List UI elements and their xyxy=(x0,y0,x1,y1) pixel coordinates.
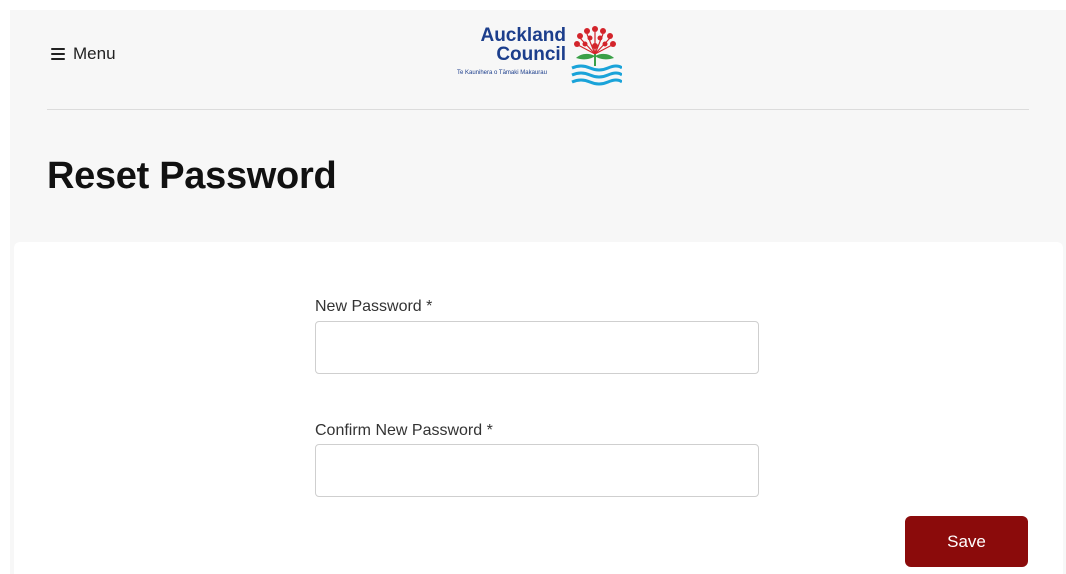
new-password-label: New Password * xyxy=(315,298,433,315)
page: Menu Auckland Council Te Kaunihera o Tām… xyxy=(0,0,1066,574)
confirm-password-input[interactable] xyxy=(315,444,759,497)
auckland-council-logo[interactable]: Auckland Council Te Kaunihera o Tāmaki M… xyxy=(456,24,622,86)
logo-subtitle: Te Kaunihera o Tāmaki Makaurau xyxy=(457,70,547,76)
page-title: Reset Password xyxy=(47,155,337,197)
hamburger-icon xyxy=(51,48,65,60)
header-divider xyxy=(47,109,1029,110)
logo-line-2: Council xyxy=(496,44,566,65)
menu-label: Menu xyxy=(73,44,116,63)
save-button[interactable]: Save xyxy=(905,516,1028,567)
menu-button[interactable]: Menu xyxy=(51,44,116,64)
logo-line-1: Auckland xyxy=(480,25,566,46)
pohutukawa-icon xyxy=(571,26,622,86)
logo-wordmark: Auckland Council xyxy=(456,26,566,64)
new-password-input[interactable] xyxy=(315,321,759,374)
confirm-password-label: Confirm New Password * xyxy=(315,422,493,439)
